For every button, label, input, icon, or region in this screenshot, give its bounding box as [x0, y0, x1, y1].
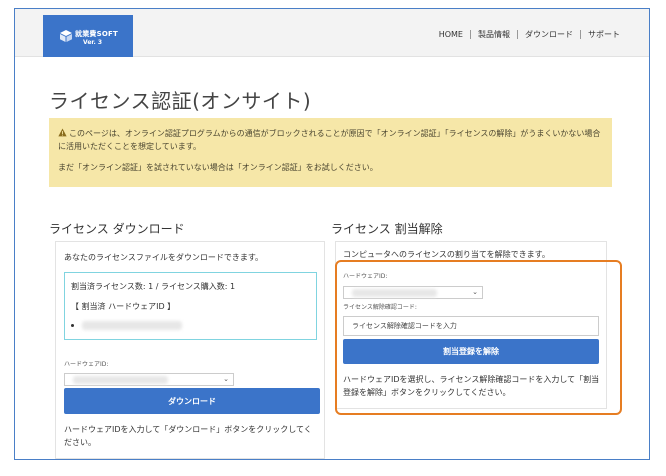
- download-section-title: ライセンス ダウンロード: [49, 222, 185, 236]
- logo-version: Ver. 3: [83, 39, 103, 46]
- download-help: ハードウェアIDを入力して「ダウンロード」ボタンをクリックしてください。: [64, 425, 312, 447]
- nav-home[interactable]: HOME: [432, 30, 470, 39]
- download-desc: あなたのライセンスファイルをダウンロードできます。: [64, 253, 264, 262]
- nav-products[interactable]: 製品情報: [471, 29, 517, 40]
- top-nav: HOME 製品情報 ダウンロード サポート: [432, 29, 627, 40]
- download-panel: あなたのライセンスファイルをダウンロードできます。 割当済ライセンス数: 1 /…: [55, 241, 325, 459]
- bullet-dot: [71, 324, 74, 327]
- release-button[interactable]: 割当登録を解除: [343, 339, 599, 364]
- alert-line-1: このページは、オンライン認証プログラムからの通信がブロックされることが原因で「オ…: [58, 127, 603, 153]
- chevron-down-icon: ⌄: [223, 375, 229, 383]
- page-title: ライセンス認証(オンサイト): [49, 89, 312, 113]
- release-section-title: ライセンス 割当解除: [331, 222, 443, 236]
- assigned-hw-heading: 【 割当済 ハードウェアID 】: [71, 302, 176, 311]
- release-code-input[interactable]: ライセンス解除確認コードを入力: [343, 316, 599, 336]
- release-desc: コンピュータへのライセンスの割り当てを解除できます。: [343, 250, 550, 259]
- logo-name: 就業費SOFT: [75, 30, 118, 38]
- nav-support[interactable]: サポート: [581, 29, 627, 40]
- redacted-select-value: [352, 289, 437, 297]
- browser-frame: 就業費SOFT Ver. 3 HOME 製品情報 ダウンロード サポート ライセ…: [14, 8, 650, 460]
- download-hw-label: ハードウェアID:: [64, 361, 109, 368]
- download-hw-select[interactable]: ⌄: [64, 373, 234, 386]
- release-help: ハードウェアIDを選択し、ライセンス解除確認コードを入力して「割当登録を解除」ボ…: [343, 375, 600, 397]
- warning-alert: このページは、オンライン認証プログラムからの通信がブロックされることが原因で「オ…: [49, 118, 612, 187]
- download-button[interactable]: ダウンロード: [64, 388, 320, 414]
- warning-icon: [58, 128, 67, 137]
- redacted-hw-id: [82, 321, 182, 330]
- license-counts: 割当済ライセンス数: 1 / ライセンス購入数: 1: [71, 282, 236, 291]
- alert-text-1: このページは、オンライン認証プログラムからの通信がブロックされることが原因で「オ…: [58, 129, 601, 151]
- logo-box-icon: [60, 30, 72, 42]
- release-hw-select[interactable]: ⌄: [343, 286, 483, 299]
- release-hw-label: ハードウェアID:: [343, 273, 388, 280]
- site-logo[interactable]: 就業費SOFT Ver. 3: [43, 15, 133, 57]
- nav-download[interactable]: ダウンロード: [518, 29, 580, 40]
- redacted-select-value: [73, 376, 168, 384]
- license-info-box: 割当済ライセンス数: 1 / ライセンス購入数: 1 【 割当済 ハードウェアI…: [64, 272, 317, 340]
- assigned-hw-item: [71, 321, 310, 330]
- release-code-label: ライセンス解除確認コード:: [343, 304, 417, 311]
- chevron-down-icon: ⌄: [472, 288, 478, 296]
- site-header: 就業費SOFT Ver. 3 HOME 製品情報 ダウンロード サポート: [15, 9, 649, 57]
- alert-line-2: まだ「オンライン認証」を試されていない場合は「オンライン認証」をお試しください。: [58, 163, 378, 172]
